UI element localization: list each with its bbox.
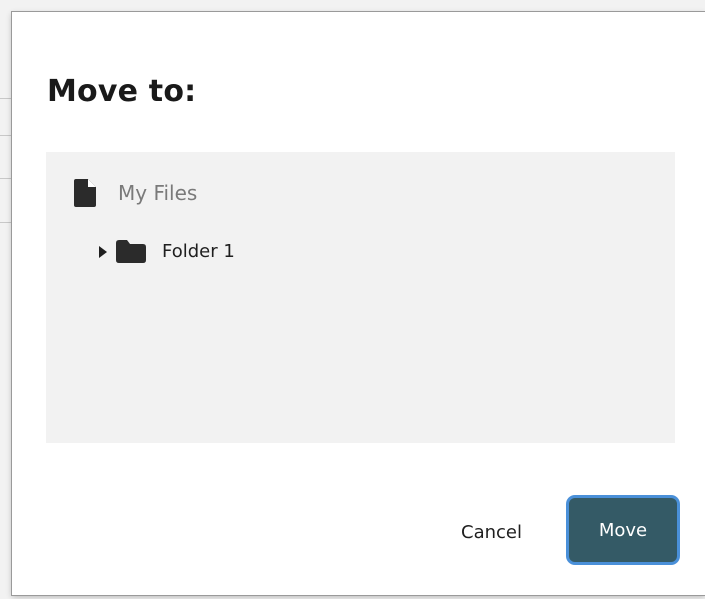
file-icon	[74, 179, 96, 207]
tree-root-my-files[interactable]: My Files	[74, 178, 197, 208]
caret-right-icon[interactable]	[98, 244, 108, 258]
backdrop-divider	[0, 222, 12, 223]
tree-item-folder-1[interactable]: Folder 1	[98, 238, 235, 264]
dialog-title: Move to:	[47, 74, 197, 109]
cancel-button[interactable]: Cancel	[444, 512, 539, 552]
move-to-dialog: Move to: My Files Folder 1 Cancel Move	[12, 12, 705, 595]
backdrop-divider	[0, 135, 12, 136]
tree-root-label: My Files	[118, 181, 198, 205]
backdrop-divider	[0, 98, 12, 99]
folder-tree-panel: My Files Folder 1	[46, 152, 675, 443]
backdrop-divider	[0, 178, 12, 179]
tree-item-label: Folder 1	[162, 240, 235, 262]
move-button[interactable]: Move	[569, 498, 677, 562]
folder-icon	[116, 239, 146, 263]
